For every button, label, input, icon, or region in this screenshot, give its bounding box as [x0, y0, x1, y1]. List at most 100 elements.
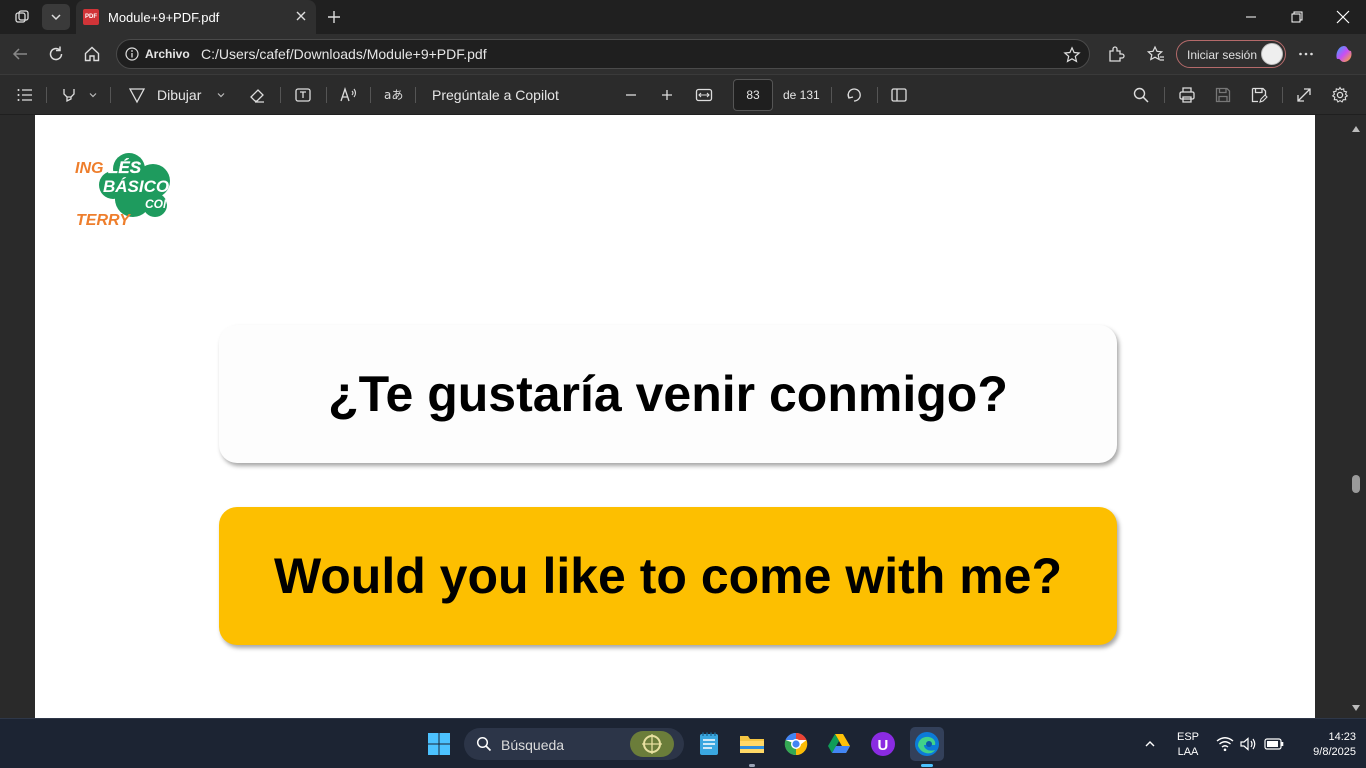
volume-icon[interactable] — [1236, 727, 1260, 761]
page-view-icon[interactable] — [890, 83, 908, 107]
svg-text:ING: ING — [75, 160, 103, 177]
separator — [1282, 87, 1283, 103]
copilot-icon[interactable] — [1330, 40, 1358, 68]
ask-copilot-button[interactable]: Pregúntale a Copilot — [432, 83, 559, 107]
back-arrow-icon[interactable] — [6, 40, 34, 68]
input-language-indicator[interactable]: ESP LAA — [1170, 731, 1206, 758]
english-phrase-card: Would you like to come with me? — [219, 507, 1117, 645]
save-icon[interactable] — [1214, 83, 1232, 107]
clock[interactable]: 14:23 9/8/2025 — [1290, 731, 1356, 758]
active-indicator — [921, 764, 933, 767]
separator — [831, 87, 832, 103]
new-tab-icon[interactable] — [320, 4, 348, 30]
close-tab-icon[interactable] — [294, 9, 308, 28]
google-drive-icon[interactable] — [822, 727, 856, 761]
separator — [110, 87, 111, 103]
site-label: Archivo — [145, 47, 190, 61]
search-label: Búsqueda — [501, 737, 565, 753]
contents-list-icon[interactable] — [16, 83, 34, 107]
zoom-out-icon[interactable] — [624, 83, 638, 107]
running-indicator — [749, 764, 755, 767]
svg-text:CON: CON — [145, 197, 172, 211]
language-code: ESP — [1176, 731, 1199, 743]
draw-button[interactable]: Dibujar — [128, 83, 201, 107]
eraser-icon[interactable] — [248, 83, 266, 107]
taskbar-search[interactable]: Búsqueda — [464, 728, 684, 760]
save-as-icon[interactable] — [1250, 83, 1268, 107]
search-icon — [476, 736, 492, 757]
svg-text:BÁSICO: BÁSICO — [103, 177, 169, 196]
separator — [326, 87, 327, 103]
fullscreen-icon[interactable] — [1295, 83, 1313, 107]
vertical-scrollbar[interactable] — [1346, 115, 1366, 718]
signin-button[interactable]: Iniciar sesión — [1176, 40, 1286, 68]
microsoft-edge-icon[interactable] — [910, 727, 944, 767]
svg-text:aあ: aあ — [384, 88, 403, 102]
info-icon[interactable] — [125, 47, 139, 66]
pdf-file-icon: PDF — [83, 9, 99, 25]
tab-actions-chevron-icon[interactable] — [42, 4, 70, 30]
extensions-icon[interactable] — [1102, 40, 1130, 68]
scroll-thumb[interactable] — [1352, 475, 1360, 493]
title-bar: PDF Module+9+PDF.pdf — [0, 0, 1366, 34]
separator — [1164, 87, 1165, 103]
search-icon[interactable] — [1132, 83, 1150, 107]
svg-text:LÉS: LÉS — [108, 158, 142, 177]
avatar — [1261, 43, 1283, 65]
print-icon[interactable] — [1178, 83, 1196, 107]
fit-width-icon[interactable] — [695, 83, 713, 107]
draw-label: Dibujar — [157, 87, 202, 103]
ingles-basico-con-terry-logo: ING LÉS BÁSICO CON TERRY — [75, 145, 190, 230]
show-hidden-icons-chevron-icon[interactable] — [1136, 727, 1164, 761]
separator — [46, 87, 47, 103]
close-window-icon[interactable] — [1320, 0, 1366, 34]
browser-tab[interactable]: PDF Module+9+PDF.pdf — [76, 0, 316, 34]
wifi-icon[interactable] — [1212, 727, 1238, 761]
windows-start-icon[interactable] — [422, 727, 456, 761]
restore-icon[interactable] — [1274, 0, 1320, 34]
workspaces-icon[interactable] — [8, 4, 36, 30]
highlight-icon[interactable] — [60, 83, 78, 107]
svg-text:U: U — [878, 737, 889, 754]
read-aloud-icon[interactable] — [339, 83, 359, 107]
add-text-icon[interactable] — [294, 83, 312, 107]
notepad-icon[interactable] — [692, 727, 726, 761]
file-explorer-icon[interactable] — [735, 727, 769, 767]
spanish-phrase: ¿Te gustaría venir conmigo? — [328, 366, 1008, 422]
separator — [415, 87, 416, 103]
favorite-star-icon[interactable] — [1063, 46, 1081, 69]
pdf-toolbar: Dibujar aあ Pregúntale a Copilot 83 de 13… — [0, 74, 1366, 114]
favorites-icon[interactable] — [1142, 40, 1170, 68]
highlight-chevron-icon[interactable] — [88, 83, 98, 107]
draw-icon — [128, 88, 146, 104]
home-icon[interactable] — [78, 40, 106, 68]
separator — [280, 87, 281, 103]
search-highlight-icon — [630, 731, 674, 762]
draw-chevron-icon[interactable] — [216, 83, 226, 107]
separator — [370, 87, 371, 103]
translate-icon[interactable]: aあ — [383, 83, 403, 107]
pdf-viewer[interactable]: ING LÉS BÁSICO CON TERRY ¿Te gustaría ve… — [0, 115, 1366, 718]
page-number-input[interactable]: 83 — [733, 79, 773, 111]
refresh-icon[interactable] — [42, 40, 70, 68]
separator — [877, 87, 878, 103]
signin-label: Iniciar sesión — [1187, 48, 1258, 62]
rotate-icon[interactable] — [845, 83, 863, 107]
address-url[interactable]: C:/Users/cafef/Downloads/Module+9+PDF.pd… — [201, 46, 487, 62]
pdf-page: ING LÉS BÁSICO CON TERRY ¿Te gustaría ve… — [35, 115, 1315, 718]
app-u-icon[interactable]: U — [866, 727, 900, 761]
spanish-phrase-card: ¿Te gustaría venir conmigo? — [219, 325, 1117, 463]
more-options-icon[interactable] — [1292, 40, 1320, 68]
address-bar[interactable]: Archivo C:/Users/cafef/Downloads/Module+… — [116, 39, 1090, 69]
page-total-label: de 131 — [783, 88, 820, 102]
minimize-icon[interactable] — [1228, 0, 1274, 34]
english-phrase: Would you like to come with me? — [273, 548, 1063, 604]
scroll-down-arrow-icon[interactable] — [1351, 700, 1361, 718]
battery-icon[interactable] — [1260, 727, 1288, 761]
google-chrome-icon[interactable] — [779, 727, 813, 761]
scroll-up-arrow-icon[interactable] — [1351, 121, 1361, 139]
settings-gear-icon[interactable] — [1331, 83, 1349, 107]
zoom-in-icon[interactable] — [660, 83, 674, 107]
keyboard-layout-code: LAA — [1177, 746, 1199, 758]
tab-title: Module+9+PDF.pdf — [108, 9, 220, 25]
